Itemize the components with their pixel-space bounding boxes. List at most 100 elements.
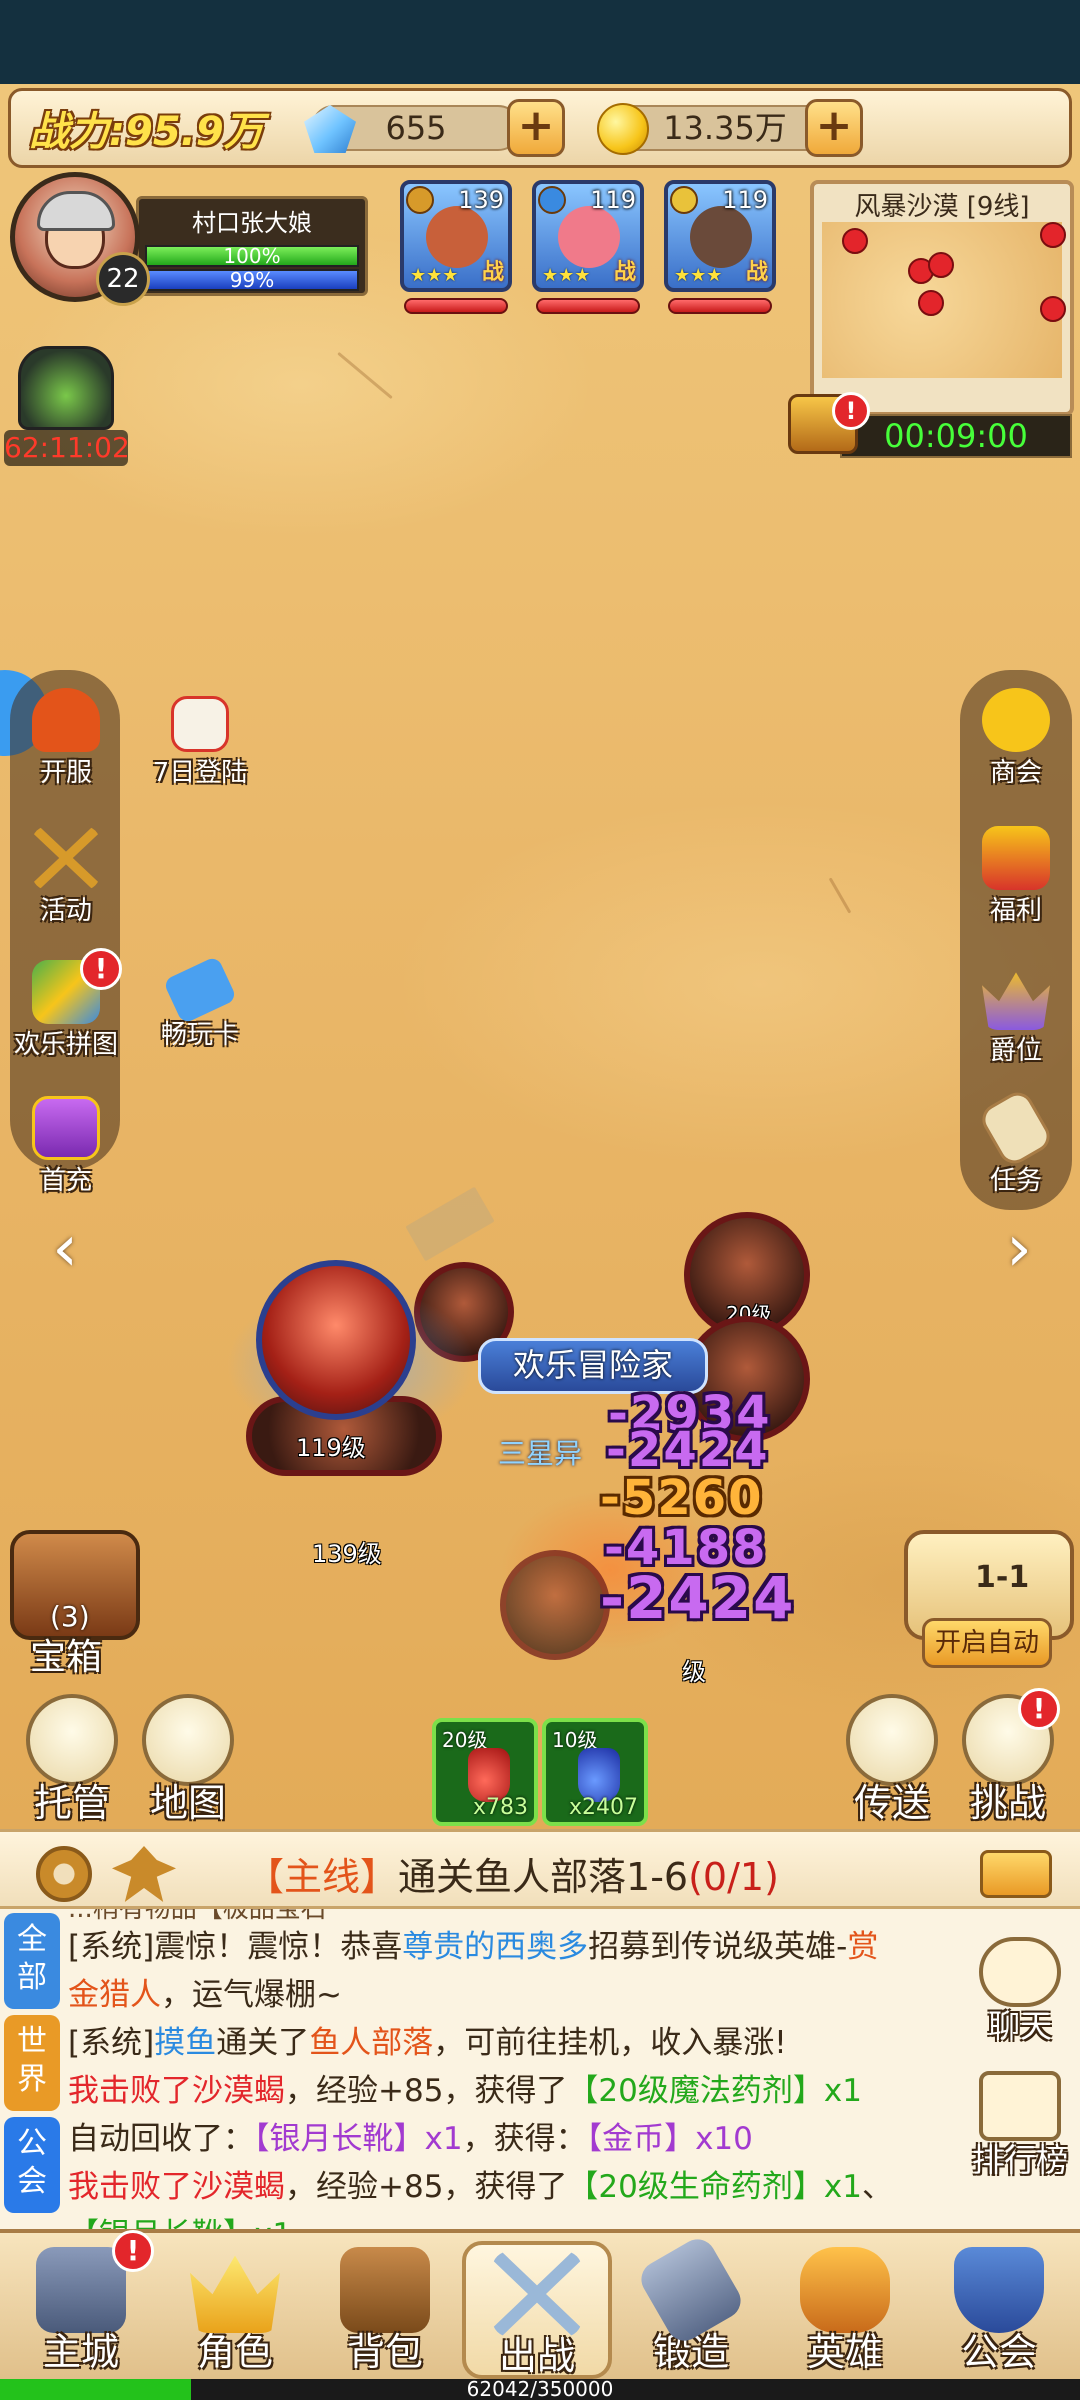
enemy-marker bbox=[928, 252, 954, 278]
boss-timer: 62:11:02 bbox=[4, 430, 130, 466]
mp-potion-slot[interactable]: 10级 x2407 bbox=[542, 1718, 648, 1826]
scroll-icon bbox=[976, 1086, 1056, 1170]
quest-bar[interactable]: 【主线】通关鱼人部落1-6(0/1) bbox=[0, 1829, 1080, 1909]
hero-level: 119 bbox=[722, 186, 768, 214]
menu-nobility[interactable]: 爵位 bbox=[952, 966, 1080, 1067]
menu-play-card[interactable]: 畅玩卡 bbox=[136, 955, 264, 1051]
gift-box-icon bbox=[32, 1096, 100, 1160]
menu-welfare[interactable]: 福利 bbox=[952, 826, 1080, 927]
minimap[interactable]: 风暴沙漠 [9线] bbox=[810, 180, 1074, 416]
hero-unit-level: 119级 bbox=[296, 1434, 366, 1462]
chat-tab-guild[interactable]: 公会 bbox=[4, 2117, 60, 2213]
hero-level: 119 bbox=[590, 186, 636, 214]
menu-activity[interactable]: 活动 bbox=[2, 826, 130, 927]
player-name: 村口张大娘 bbox=[192, 209, 312, 237]
chat-line: 我击败了沙漠蝎，经验+85，获得了【20级生命药剂】x1、 bbox=[68, 2169, 893, 2205]
chat-messages: ...稍有物品【极品宝石 [系统]震惊！震惊！恭喜尊贵的西奥多招募到传说级英雄-… bbox=[68, 1909, 948, 2259]
hero-fight-tag: 战 bbox=[481, 260, 504, 285]
exp-text: 62042/350000 bbox=[466, 2377, 614, 2400]
enemy-marker bbox=[918, 290, 944, 316]
damage-number: -2424 bbox=[600, 1564, 796, 1632]
chat-line: [系统]摸鱼通关了鱼人部落，可前往挂机，收入暴涨! bbox=[68, 2025, 787, 2061]
character-icon[interactable] bbox=[112, 1846, 176, 1902]
hp-potion-slot[interactable]: 20级 x783 bbox=[432, 1718, 538, 1826]
resource-bar: 战力:95.9万 655 + 13.35万 + bbox=[8, 88, 1072, 168]
mp-bar: 99% bbox=[145, 269, 359, 291]
map-title: 风暴沙漠 [9线] bbox=[854, 192, 1030, 222]
element-icon bbox=[538, 186, 566, 214]
enemy-marker bbox=[1040, 222, 1066, 248]
chat-panel: 全部 世界 公会 ...稍有物品【极品宝石 [系统]震惊！震惊！恭喜尊贵的西奥多… bbox=[0, 1909, 1080, 2253]
chat-line: [系统]震惊！震惊！恭喜尊贵的西奥多招募到传说级英雄-赏 bbox=[68, 1929, 879, 1965]
prev-page-arrow[interactable]: ‹ bbox=[40, 1216, 90, 1286]
mail-icon[interactable] bbox=[980, 1850, 1052, 1898]
trophy-icon bbox=[979, 2071, 1061, 2141]
hero-card-1[interactable]: 139 ★★★ 战 bbox=[400, 180, 512, 292]
quest-progress: (0/1) bbox=[688, 1855, 779, 1899]
ranking-button[interactable]: 排行榜 bbox=[960, 2071, 1080, 2181]
damage-number: -5260 bbox=[600, 1470, 764, 1526]
element-icon bbox=[670, 186, 698, 214]
nav-battle[interactable]: 出战 bbox=[462, 2241, 612, 2379]
exp-bar: 62042/350000 bbox=[0, 2379, 1080, 2400]
player-hero-unit[interactable] bbox=[256, 1260, 416, 1420]
chat-line: 我击败了沙漠蝎，经验+85，获得了【20级魔法药剂】x1 bbox=[68, 2073, 862, 2109]
nav-heroes[interactable]: 英雄 bbox=[770, 2241, 920, 2379]
hero-hp-bar bbox=[668, 298, 772, 314]
hero-portrait bbox=[558, 206, 620, 268]
hero-card-3[interactable]: 119 ★★★ 战 bbox=[664, 180, 776, 292]
star-title: 三星异 bbox=[498, 1437, 583, 1470]
crossed-hammers-icon bbox=[32, 826, 100, 890]
map-button[interactable]: 地图 bbox=[128, 1694, 248, 1827]
blue-potion-icon bbox=[578, 1748, 620, 1802]
enemy-marker bbox=[842, 228, 868, 254]
element-icon bbox=[406, 186, 434, 214]
nav-forge[interactable]: 锻造 bbox=[616, 2232, 766, 2379]
quest-tag: 【主线】 bbox=[246, 1855, 399, 1899]
gold-coin-icon bbox=[597, 103, 649, 155]
nav-character[interactable]: 角色 bbox=[160, 2241, 310, 2379]
menu-open-server[interactable]: 开服 bbox=[2, 688, 130, 789]
hero-stars: ★★★ bbox=[542, 265, 591, 286]
hero-fight-tag: 战 bbox=[613, 260, 636, 285]
gear-icon[interactable] bbox=[36, 1846, 92, 1902]
hero-card-2[interactable]: 119 ★★★ 战 bbox=[532, 180, 644, 292]
status-strip bbox=[0, 0, 1080, 84]
auto-battle-button[interactable]: 开启自动 bbox=[922, 1618, 1052, 1668]
quest-text[interactable]: 【主线】通关鱼人部落1-6(0/1) bbox=[246, 1846, 779, 1901]
chat-cut-line: ...稍有物品【极品宝石 bbox=[68, 1909, 948, 1923]
chat-tab-all[interactable]: 全部 bbox=[4, 1913, 60, 2009]
chat-tab-world[interactable]: 世界 bbox=[4, 2015, 60, 2111]
menu-first-recharge[interactable]: 首充 bbox=[2, 1096, 130, 1197]
treasure-chest-icon bbox=[982, 826, 1050, 890]
enemy-scorpion[interactable] bbox=[500, 1550, 610, 1660]
hero-portrait bbox=[426, 206, 488, 268]
add-gold-button[interactable]: + bbox=[805, 99, 863, 157]
next-page-arrow[interactable]: › bbox=[994, 1216, 1044, 1286]
puzzle-alert-badge: ! bbox=[80, 948, 122, 990]
hp-percent: 100% bbox=[223, 244, 281, 268]
add-diamond-button[interactable]: + bbox=[507, 99, 565, 157]
menu-tasks[interactable]: 任务 bbox=[952, 1086, 1080, 1197]
teleport-button[interactable]: 传送 bbox=[832, 1694, 952, 1827]
treasure-label: 宝箱 bbox=[30, 1637, 103, 1678]
crown-icon bbox=[982, 972, 1050, 1030]
chat-button[interactable]: 聊天 bbox=[960, 1937, 1080, 2047]
menu-7day-login[interactable]: 7日登陆 bbox=[136, 696, 264, 789]
hosting-button[interactable]: 托管 bbox=[12, 1694, 132, 1827]
chat-line: 自动回收了：【银月长靴】x1，获得：【金币】x10 bbox=[68, 2121, 753, 2157]
hp-bar: 100% bbox=[145, 245, 359, 267]
potion-count: x2407 bbox=[568, 1795, 638, 1820]
chest-alert-badge: ! bbox=[832, 392, 870, 430]
boss-icon[interactable] bbox=[18, 346, 114, 430]
menu-chamber[interactable]: 商会 bbox=[952, 688, 1080, 789]
challenge-alert-badge: ! bbox=[1018, 1688, 1060, 1730]
map-timer: 00:09:00 bbox=[840, 414, 1072, 458]
nav-backpack[interactable]: 背包 bbox=[310, 2241, 460, 2379]
speech-bubble-icon bbox=[979, 1937, 1061, 2007]
hero-stars: ★★★ bbox=[410, 265, 459, 286]
hero-hp-bar bbox=[404, 298, 508, 314]
ground-crack bbox=[828, 877, 852, 914]
nav-guild[interactable]: 公会 bbox=[924, 2241, 1074, 2379]
hero-portrait bbox=[690, 206, 752, 268]
